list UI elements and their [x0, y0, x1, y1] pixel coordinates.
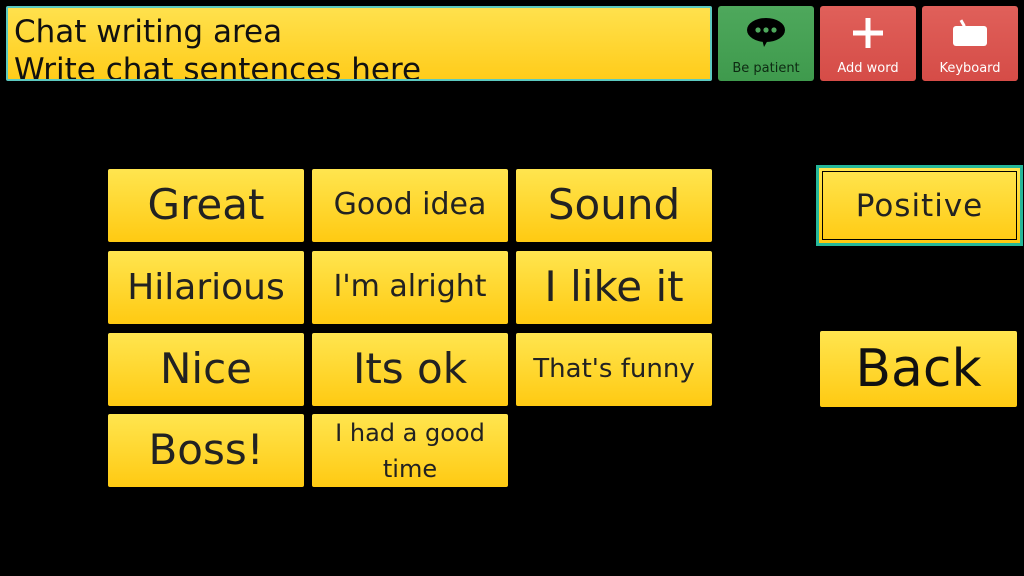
word-button-hilarious[interactable]: Hilarious: [108, 251, 304, 324]
word-button-boss[interactable]: Boss!: [108, 414, 304, 487]
add-word-label: Add word: [837, 61, 899, 76]
chat-title: Chat writing area: [14, 14, 283, 50]
be-patient-button[interactable]: Be patient: [718, 6, 814, 81]
category-positive-label: Positive: [855, 187, 984, 224]
word-button-great[interactable]: Great: [108, 169, 304, 242]
word-button-sound[interactable]: Sound: [516, 169, 712, 242]
word-button-its-ok[interactable]: Its ok: [312, 333, 508, 406]
chat-placeholder: Write chat sentences here: [14, 52, 422, 81]
speech-bubble-dots-icon: [718, 16, 814, 50]
plus-icon: [820, 16, 916, 50]
word-button-i-had-a-good-time[interactable]: I had a good time: [312, 414, 508, 487]
app-screen: Chat writing area Write chat sentences h…: [0, 0, 1024, 576]
back-button[interactable]: Back: [820, 331, 1017, 407]
keyboard-icon: [922, 16, 1018, 50]
word-button-i-like-it[interactable]: I like it: [516, 251, 712, 324]
word-button-nice[interactable]: Nice: [108, 333, 304, 406]
be-patient-label: Be patient: [732, 61, 800, 76]
category-positive-button[interactable]: Positive: [816, 165, 1023, 246]
keyboard-button[interactable]: Keyboard: [922, 6, 1018, 81]
keyboard-label: Keyboard: [939, 61, 1001, 76]
word-button-im-alright[interactable]: I'm alright: [312, 251, 508, 324]
word-button-good-idea[interactable]: Good idea: [312, 169, 508, 242]
add-word-button[interactable]: Add word: [820, 6, 916, 81]
chat-writing-area[interactable]: Chat writing area Write chat sentences h…: [6, 6, 712, 81]
word-button-thats-funny[interactable]: That's funny: [516, 333, 712, 406]
